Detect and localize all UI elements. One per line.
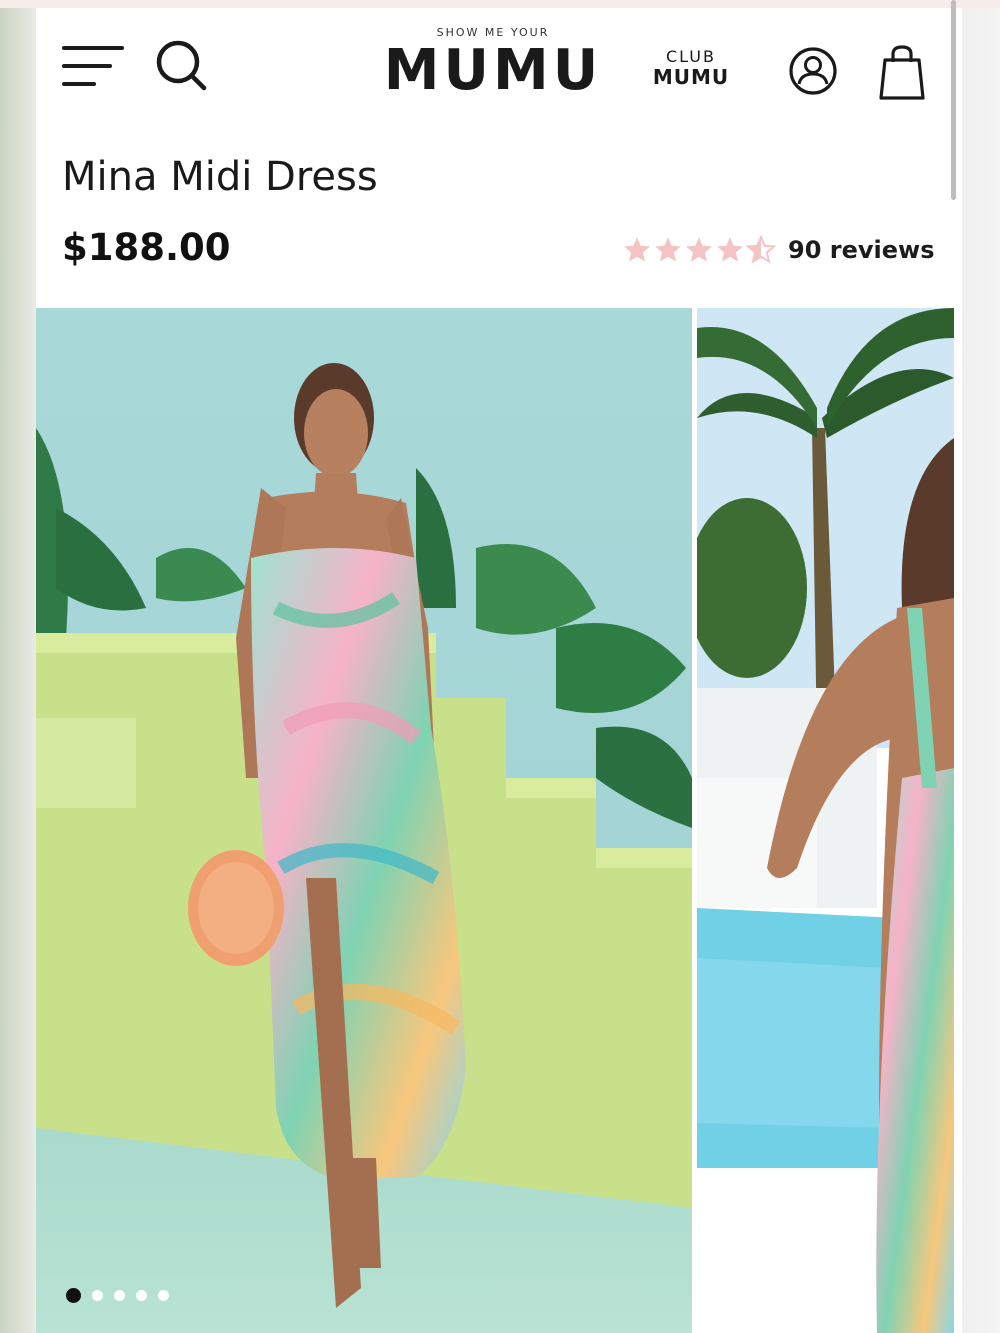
star-icon xyxy=(655,237,681,262)
half-star-icon xyxy=(746,235,776,264)
pool-scene-photo xyxy=(697,308,954,1333)
product-rating[interactable]: 90 reviews xyxy=(622,230,934,270)
carousel-dot-5[interactable] xyxy=(158,1290,169,1301)
star-icon xyxy=(686,237,712,262)
carousel-dot-1[interactable] xyxy=(66,1288,81,1303)
carousel-dot-4[interactable] xyxy=(136,1290,147,1301)
carousel-dot-2[interactable] xyxy=(92,1290,103,1301)
status-strip xyxy=(0,0,1000,8)
product-price: $188.00 xyxy=(62,226,231,269)
brand-logo[interactable]: SHOW ME YOUR MUMU xyxy=(366,26,620,116)
club-brand-label: MUMU xyxy=(652,65,730,89)
carousel-dot-3[interactable] xyxy=(114,1290,125,1301)
product-photo-back[interactable] xyxy=(697,308,954,1333)
page-scrollbar[interactable] xyxy=(951,0,956,200)
product-photo-front[interactable] xyxy=(36,308,692,1333)
carousel-pagination xyxy=(66,1288,169,1303)
user-account-icon[interactable] xyxy=(788,46,838,96)
rating-stars xyxy=(622,235,776,265)
model-dress-photo xyxy=(36,308,692,1333)
club-label: CLUB xyxy=(666,47,716,66)
star-icon xyxy=(717,237,743,262)
club-mumu-link[interactable]: CLUB MUMU xyxy=(646,47,736,89)
product-image-gallery[interactable] xyxy=(36,308,962,1333)
hamburger-menu-icon[interactable] xyxy=(62,44,126,92)
logo-wordmark: MUMU xyxy=(383,38,603,103)
search-icon[interactable] xyxy=(154,38,212,96)
product-page: SHOW ME YOUR MUMU CLUB MUMU Mina Midi Dr… xyxy=(36,8,962,1333)
product-title: Mina Midi Dress xyxy=(62,154,378,200)
star-icon xyxy=(624,237,650,262)
shopping-bag-icon[interactable] xyxy=(878,44,926,102)
site-header: SHOW ME YOUR MUMU CLUB MUMU xyxy=(36,8,962,138)
reviews-link[interactable]: 90 reviews xyxy=(788,236,934,264)
